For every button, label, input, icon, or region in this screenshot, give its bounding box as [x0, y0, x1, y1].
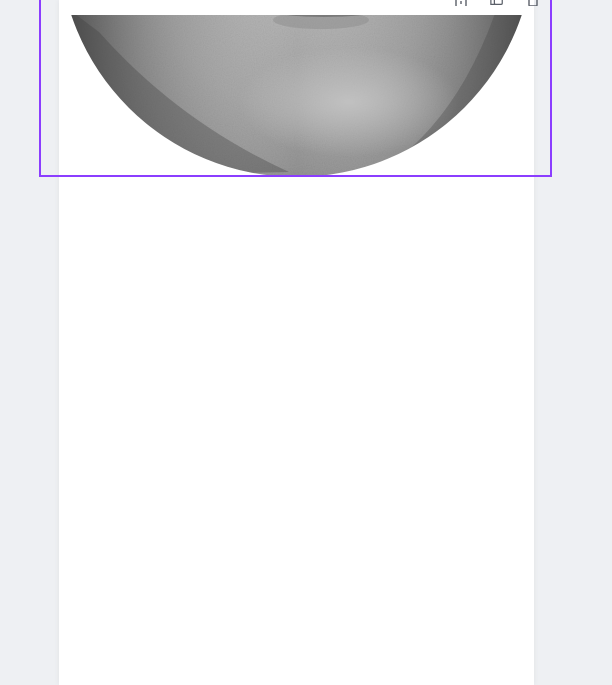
portrait-image[interactable] — [59, 15, 534, 177]
portrait-image-frame[interactable] — [59, 15, 534, 177]
portrait-photo — [59, 15, 534, 177]
design-canvas[interactable] — [0, 0, 612, 685]
